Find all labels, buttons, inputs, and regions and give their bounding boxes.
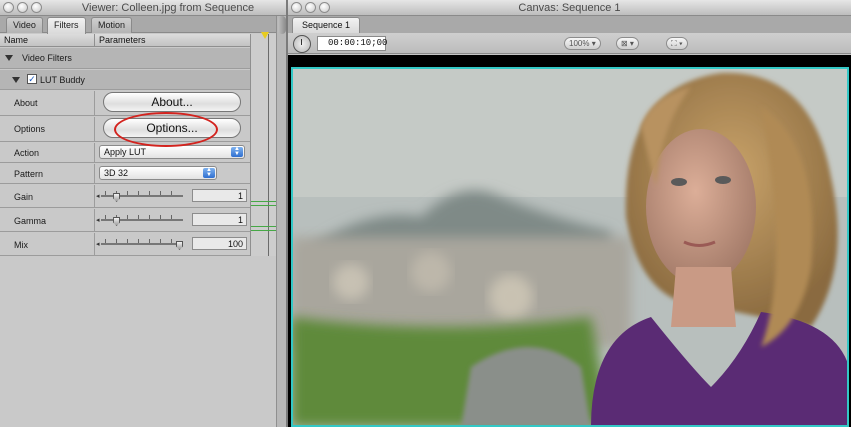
slider-track: [101, 243, 183, 245]
mix-label: Mix: [14, 240, 28, 250]
viewer-titlebar: Viewer: Colleen.jpg from Sequence: [0, 0, 286, 16]
canvas-toolbar: 00:00:10;00 100% ▾ ⊠ ▾ ⛶ ▾: [288, 33, 851, 54]
column-header: Name Parameters: [0, 34, 286, 47]
column-divider: [94, 34, 95, 47]
zoom-popup[interactable]: 100% ▾: [564, 37, 601, 50]
gamma-slider[interactable]: ◂: [96, 214, 185, 226]
video-filters-name-cell: Video Filters: [0, 48, 95, 68]
action-select[interactable]: Apply LUT ▲ ▼: [99, 145, 245, 159]
param-row-pattern: Pattern 3D 32 ▲ ▼: [0, 164, 276, 184]
view-mode-popup[interactable]: ⊠ ▾: [616, 37, 639, 50]
timecode-clock-icon: [293, 35, 311, 53]
viewer-window: Viewer: Colleen.jpg from Sequence Video …: [0, 0, 286, 427]
param-row-action: Action Apply LUT ▲ ▼: [0, 143, 276, 163]
viewer-scrollbar[interactable]: [276, 16, 286, 427]
slider-thumb[interactable]: [113, 193, 121, 202]
canvas-titlebar: Canvas: Sequence 1: [288, 0, 851, 16]
minimize-window-button[interactable]: [305, 2, 316, 13]
view-mode-icon: ⊠: [621, 39, 628, 48]
video-filters-label: Video Filters: [22, 53, 72, 63]
minimize-window-button[interactable]: [17, 2, 28, 13]
close-window-button[interactable]: [291, 2, 302, 13]
param-row-about: About About...: [0, 91, 276, 116]
disclosure-triangle-icon[interactable]: [5, 55, 13, 61]
tab-video[interactable]: Video: [6, 17, 43, 33]
zoom-window-button[interactable]: [31, 2, 42, 13]
slider-left-arrow-icon[interactable]: ◂: [96, 192, 100, 200]
slider-thumb[interactable]: [176, 241, 183, 250]
canvas-tabbar: Sequence 1: [288, 16, 851, 33]
lut-buddy-name-cell: ✓ LUT Buddy: [0, 70, 95, 89]
gain-label: Gain: [14, 192, 34, 202]
video-filters-group-row[interactable]: Video Filters: [0, 48, 276, 69]
annotation-ellipse: [114, 112, 218, 147]
keyframe-overlay-line: [251, 205, 277, 206]
pattern-label: Pattern: [14, 169, 44, 179]
face: [646, 129, 756, 285]
keyframe-overlay-line: [251, 230, 277, 231]
overlay-popup[interactable]: ⛶ ▾: [666, 37, 688, 50]
param-name-cell: Gain: [0, 185, 95, 207]
keyframe-playhead-line: [268, 34, 269, 256]
about-label: About: [14, 98, 38, 108]
tab-filters[interactable]: Filters: [47, 17, 86, 34]
param-row-gamma: Gamma ◂ 1: [0, 209, 276, 232]
disclosure-triangle-icon[interactable]: [12, 77, 20, 83]
column-name[interactable]: Name: [4, 34, 28, 46]
tab-motion[interactable]: Motion: [91, 17, 133, 33]
video-frame-image: [293, 69, 847, 425]
gain-value-field[interactable]: 1: [192, 189, 247, 202]
action-label: Action: [14, 148, 40, 158]
gain-slider[interactable]: ◂: [96, 190, 185, 202]
param-name-cell: Options: [0, 117, 95, 141]
canvas-title: Canvas: Sequence 1: [518, 2, 621, 14]
slider-thumb[interactable]: [113, 217, 121, 226]
popup-arrows-icon: ▲ ▼: [203, 167, 215, 178]
gamma-label: Gamma: [14, 216, 47, 226]
param-name-cell: Gamma: [0, 209, 95, 231]
canvas-window: Canvas: Sequence 1 Sequence 1 00:00:10;0…: [288, 0, 851, 427]
close-window-button[interactable]: [3, 2, 14, 13]
viewer-title: Viewer: Colleen.jpg from Sequence: [81, 2, 255, 14]
timecode-field[interactable]: 00:00:10;00: [317, 36, 387, 51]
scrollbar-thumb[interactable]: [278, 16, 286, 34]
tab-sequence-1[interactable]: Sequence 1: [292, 17, 361, 33]
column-parameters[interactable]: Parameters: [99, 34, 146, 46]
param-name-cell: Pattern: [0, 164, 95, 183]
param-name-cell: About: [0, 91, 95, 115]
zoom-window-button[interactable]: [319, 2, 330, 13]
mix-value-field[interactable]: 100: [192, 237, 247, 250]
overlay-icon: ⛶: [671, 39, 677, 48]
enable-checkbox[interactable]: ✓: [27, 74, 37, 84]
lut-buddy-label: LUT Buddy: [40, 75, 85, 85]
playhead-marker-icon[interactable]: [261, 32, 269, 39]
zoom-value: 100%: [569, 39, 590, 48]
keyframe-graph-area[interactable]: [250, 34, 277, 256]
window-controls: [3, 2, 42, 13]
video-frame[interactable]: [291, 67, 849, 427]
keyframe-overlay-line: [251, 201, 277, 202]
viewer-tabbar: Video Filters Motion: [0, 16, 286, 34]
canvas-viewport[interactable]: [288, 55, 851, 427]
gamma-value-field[interactable]: 1: [192, 213, 247, 226]
pattern-select[interactable]: 3D 32 ▲ ▼: [99, 166, 217, 180]
window-controls: [291, 2, 330, 13]
mix-slider[interactable]: ◂: [96, 238, 185, 250]
pattern-select-value: 3D 32: [104, 168, 129, 178]
param-row-gain: Gain ◂ 1: [0, 185, 276, 208]
about-button[interactable]: About...: [103, 92, 241, 112]
action-select-value: Apply LUT: [104, 147, 147, 157]
slider-left-arrow-icon[interactable]: ◂: [96, 216, 100, 224]
slider-left-arrow-icon[interactable]: ◂: [96, 240, 100, 248]
keyframe-overlay-line: [251, 226, 277, 227]
param-row-mix: Mix ◂ 100: [0, 233, 276, 256]
options-label: Options: [14, 124, 46, 134]
lut-buddy-row[interactable]: ✓ LUT Buddy: [0, 70, 276, 90]
param-name-cell: Action: [0, 143, 95, 162]
popup-arrows-icon: ▲ ▼: [231, 146, 243, 157]
param-name-cell: Mix: [0, 233, 95, 255]
